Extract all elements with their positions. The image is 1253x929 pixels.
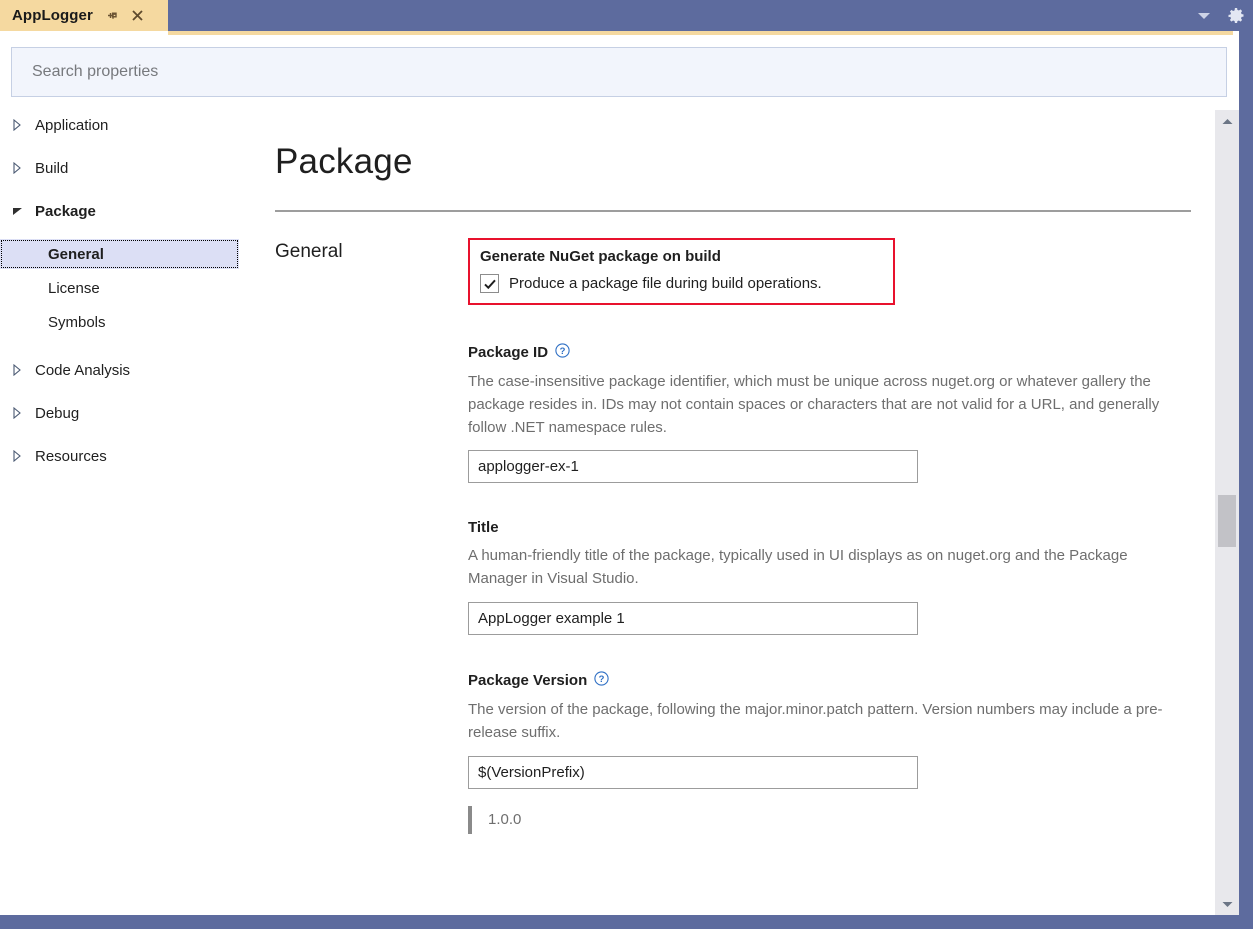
close-icon[interactable]: [130, 8, 146, 24]
help-circle-icon[interactable]: ?: [594, 671, 609, 690]
field-package-id: Package ID ? The case-insensitive packag…: [468, 343, 1188, 483]
generate-package-checkbox-label: Produce a package file during build oper…: [509, 275, 822, 292]
properties-content-pane: Package General Generate NuGet package o…: [250, 110, 1215, 915]
title-input[interactable]: [468, 602, 918, 635]
sidebar-item-label: License: [48, 280, 100, 297]
sidebar-item-general[interactable]: General: [0, 239, 239, 269]
generate-package-checkbox[interactable]: [480, 274, 499, 293]
sidebar-item-symbols[interactable]: Symbols: [0, 307, 250, 337]
generate-nuget-package-highlight: Generate NuGet package on build Produce …: [468, 238, 895, 305]
package-id-description: The case-insensitive package identifier,…: [468, 371, 1180, 439]
scroll-down-arrow-icon[interactable]: [1215, 893, 1239, 915]
scrollbar-thumb[interactable]: [1218, 495, 1236, 547]
resolved-value-bar: [468, 806, 472, 834]
package-id-input[interactable]: [468, 450, 918, 483]
title-field-title: Title: [468, 519, 1188, 536]
field-title: Title A human-friendly title of the pack…: [468, 519, 1188, 635]
title-divider: [275, 210, 1191, 212]
tab-label: AppLogger: [12, 7, 93, 24]
svg-text:?: ?: [599, 674, 605, 685]
chevron-down-icon[interactable]: [1195, 7, 1213, 25]
sidebar-item-label: Package: [35, 203, 96, 220]
title-bar-actions: [1195, 0, 1245, 31]
status-bar: [0, 915, 1253, 929]
package-version-input[interactable]: [468, 756, 918, 789]
properties-navigation-sidebar: Application Build Package General Licens…: [0, 110, 250, 915]
package-id-title: Package ID ?: [468, 343, 1188, 362]
chevron-right-icon: [12, 119, 32, 131]
generate-package-title: Generate NuGet package on build: [480, 248, 883, 265]
sidebar-item-label: Build: [35, 160, 68, 177]
resolved-value-text: 1.0.0: [488, 811, 521, 828]
field-package-version: Package Version ? The version of the pac…: [468, 671, 1188, 834]
right-edge-strip: [1239, 31, 1253, 915]
chevron-down-icon: [12, 206, 32, 216]
scroll-up-arrow-icon[interactable]: [1215, 110, 1239, 132]
package-id-label: Package ID: [468, 344, 548, 361]
sidebar-item-code-analysis[interactable]: Code Analysis: [0, 355, 250, 385]
title-bar: AppLogger: [0, 0, 1253, 31]
sidebar-item-label: Application: [35, 117, 108, 134]
search-input[interactable]: [12, 63, 1226, 81]
sidebar-item-package[interactable]: Package: [0, 196, 250, 226]
field-list: Generate NuGet package on build Produce …: [468, 238, 1188, 870]
chevron-right-icon: [12, 364, 32, 376]
sidebar-item-resources[interactable]: Resources: [0, 441, 250, 471]
sidebar-item-label: General: [48, 246, 104, 263]
page-title: Package: [275, 142, 413, 182]
gear-icon[interactable]: [1227, 7, 1245, 25]
checkmark-icon: [483, 277, 497, 291]
section-label-general: General: [275, 241, 343, 263]
package-version-description: The version of the package, following th…: [468, 699, 1180, 745]
title-field-description: A human-friendly title of the package, t…: [468, 545, 1180, 591]
package-version-label: Package Version: [468, 672, 587, 689]
sidebar-item-debug[interactable]: Debug: [0, 398, 250, 428]
pin-icon[interactable]: [104, 8, 120, 24]
sidebar-item-label: Debug: [35, 405, 79, 422]
sidebar-item-label: Symbols: [48, 314, 106, 331]
package-version-title: Package Version ?: [468, 671, 1188, 690]
sidebar-item-label: Resources: [35, 448, 107, 465]
package-version-resolved: 1.0.0: [468, 806, 1188, 834]
help-circle-icon[interactable]: ?: [555, 343, 570, 362]
sidebar-item-license[interactable]: License: [0, 273, 250, 303]
chevron-right-icon: [12, 450, 32, 462]
sidebar-item-build[interactable]: Build: [0, 153, 250, 183]
title-field-label: Title: [468, 519, 499, 536]
document-tab-applogger[interactable]: AppLogger: [0, 0, 168, 31]
sidebar-item-application[interactable]: Application: [0, 110, 250, 140]
chevron-right-icon: [12, 162, 32, 174]
chevron-right-icon: [12, 407, 32, 419]
search-box[interactable]: [11, 47, 1227, 97]
sidebar-item-label: Code Analysis: [35, 362, 130, 379]
content-scrollbar[interactable]: [1215, 110, 1239, 915]
generate-package-checkbox-row[interactable]: Produce a package file during build oper…: [480, 274, 883, 293]
svg-text:?: ?: [560, 346, 566, 357]
tab-accent-strip: [168, 31, 1233, 35]
